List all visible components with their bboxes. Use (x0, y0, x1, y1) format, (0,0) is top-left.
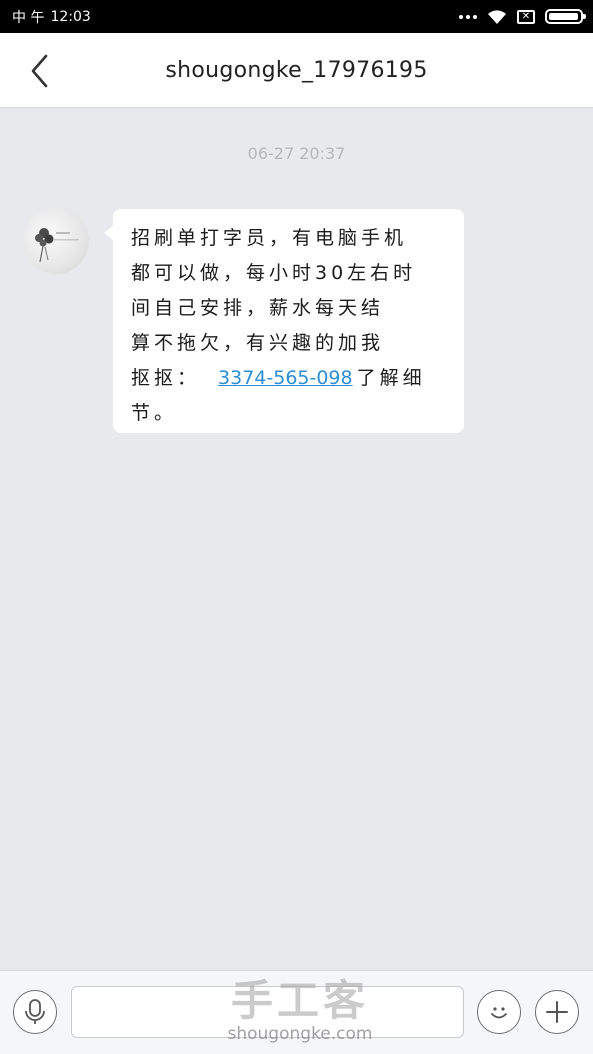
message-text: 抠抠： (131, 367, 201, 389)
chat-screen: 中 午 12:03 ✕ shougongke_17976195 06-27 20… (0, 0, 593, 1054)
status-right: ✕ (459, 9, 586, 25)
battery-icon (545, 9, 586, 24)
title-bar: shougongke_17976195 (0, 33, 593, 108)
battery-fill (549, 13, 578, 20)
message-line: 都可以做，每小时30左右时 (131, 262, 417, 284)
message-line: 间自己安排，薪水每天结 (131, 297, 385, 319)
input-bar (0, 970, 593, 1054)
message-line: 抠抠： 3374-565-098 了解细 (131, 361, 446, 396)
back-button[interactable] (22, 51, 58, 91)
voice-button[interactable] (13, 990, 57, 1034)
message-line: 节。 (131, 402, 178, 424)
emoji-button[interactable] (477, 990, 521, 1034)
page-title: shougongke_17976195 (165, 57, 428, 83)
message-line: 招刷单打字员，有电脑手机 (131, 227, 408, 249)
more-button[interactable] (535, 990, 579, 1034)
message-timestamp: 06-27 20:37 (247, 144, 346, 163)
carrier-label: 中 午 (12, 9, 45, 26)
message-input[interactable] (71, 986, 464, 1038)
no-sim-icon: ✕ (517, 9, 535, 24)
smiley-icon (491, 1007, 507, 1019)
clock: 12:03 (50, 8, 91, 25)
plus-icon (546, 1001, 568, 1023)
message-list[interactable]: 06-27 20:37 招刷单打字员，有电脑手机 都可以做，每小时30左右时 间… (0, 108, 593, 970)
message-bubble[interactable]: 招刷单打字员，有电脑手机 都可以做，每小时30左右时 间自己安排，薪水每天结 算… (104, 209, 464, 433)
microphone-icon (25, 999, 45, 1024)
status-left: 中 午 12:03 (12, 7, 91, 27)
signal-icon (459, 14, 477, 19)
wifi-icon (488, 9, 506, 24)
avatar-image (35, 228, 79, 263)
message-text: 了解细 (356, 367, 426, 389)
status-bar: 中 午 12:03 ✕ (0, 0, 593, 33)
chevron-left-icon (31, 54, 48, 88)
message-line: 算不拖欠，有兴趣的加我 (131, 332, 385, 354)
avatar[interactable] (23, 208, 89, 274)
phone-number-link[interactable]: 3374-565-098 (218, 367, 353, 389)
